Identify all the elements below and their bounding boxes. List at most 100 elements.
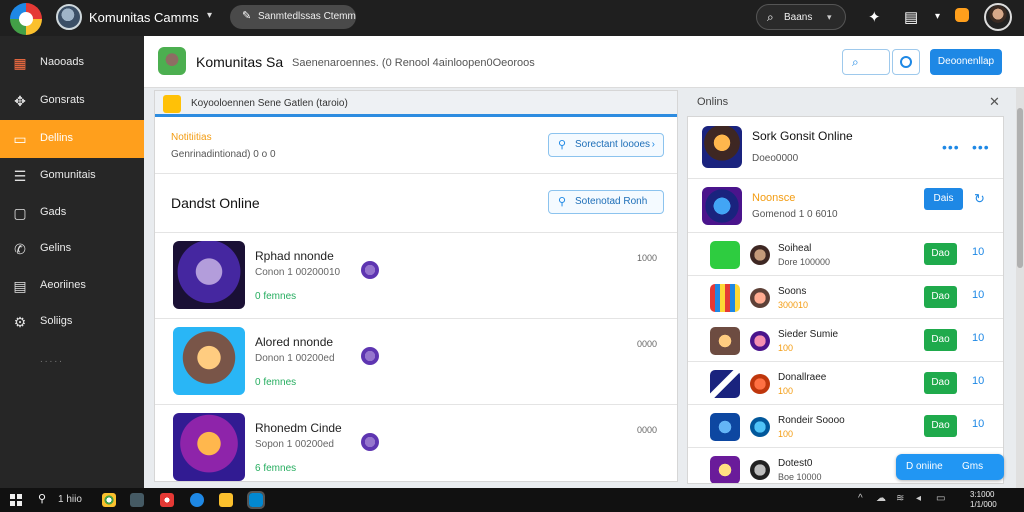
taskbar-search-label[interactable]: 1 hiio	[58, 494, 82, 505]
sidebar-item-label: Gads	[40, 206, 67, 218]
folder-icon[interactable]	[219, 493, 233, 507]
game-row[interactable]: Alored nnonde Donon 1 00200ed 0 femnes 0…	[155, 318, 677, 404]
panel-tab-label[interactable]: Koyooloennen Sene Gatlen (taroio)	[191, 98, 348, 109]
now-playing-row[interactable]: Noonsce Gomenod 1 0 6010 Dais ↻	[688, 179, 1003, 233]
circle-icon	[900, 56, 912, 68]
invite-icon[interactable]: 10	[972, 375, 984, 387]
status-pill[interactable]: ✎ Sanmtedlssas Ctemm	[230, 5, 356, 29]
friend-avatar	[750, 331, 770, 351]
clock[interactable]: 3:1000 1/1/000	[970, 490, 997, 510]
featured-game[interactable]: Sork Gonsit Online Doeo0000 ••• •••	[688, 117, 1003, 179]
sidebar-more[interactable]: .....	[40, 354, 64, 365]
friend-row[interactable]: Sieder Sumie 100 Dao 10	[688, 319, 1003, 362]
more-options-icon[interactable]: •••	[972, 139, 990, 155]
game-thumbnail[interactable]	[173, 413, 245, 481]
chat-icon: ▭	[13, 131, 27, 147]
notifications-button[interactable]: ⚲ Sorectant loooes ›	[548, 133, 664, 157]
game-count: 0000	[637, 339, 658, 349]
join-button[interactable]: Dao	[924, 286, 957, 308]
sidebar-item-calls[interactable]: ✆ Gelins	[0, 230, 144, 268]
sidebar-item-settings[interactable]: ⚙ Soliigs	[0, 303, 144, 341]
chevron-right-icon: ›	[651, 139, 655, 150]
sidebar-item-news[interactable]: ▦ Naooads	[0, 44, 144, 82]
community-avatar[interactable]	[56, 4, 82, 30]
cloud-icon[interactable]: ☁	[876, 493, 886, 504]
now-playing-thumbnail	[702, 187, 742, 225]
edge-icon[interactable]	[190, 493, 204, 507]
status-pill-label: Sanmtedlssas Ctemm	[258, 11, 356, 22]
right-panel-title: Onlins	[697, 96, 729, 108]
invite-icon[interactable]: 10	[972, 332, 984, 344]
join-button[interactable]: Dao	[924, 415, 957, 437]
grid-icon: ▦	[13, 55, 27, 71]
browser-icon[interactable]	[160, 493, 174, 507]
game-name[interactable]: Rphad nnonde	[255, 249, 334, 263]
search-icon[interactable]: ⚲	[38, 492, 46, 505]
game-name[interactable]: Rhonedm Cinde	[255, 421, 342, 435]
puzzle-icon[interactable]: ✦	[868, 8, 881, 26]
notification-badge[interactable]	[955, 8, 969, 22]
online-floating-button[interactable]: D oniine Gms	[896, 454, 1004, 480]
header-search-button[interactable]: ⌕	[842, 49, 890, 75]
title-chevron-down-icon[interactable]: ▾	[207, 10, 212, 21]
game-thumbnail[interactable]	[173, 327, 245, 395]
chrome-icon[interactable]	[102, 493, 116, 507]
top-bar: Komunitas Camms ▾ ✎ Sanmtedlssas Ctemm ⌕…	[0, 0, 1024, 36]
app-logo-icon[interactable]	[10, 3, 42, 35]
friend-row[interactable]: Soons 300010 Dao 10	[688, 276, 1003, 319]
friend-meta: Boe 10000	[778, 472, 822, 482]
sidebar-item-online[interactable]: ▭ Dellins	[0, 120, 144, 158]
menu-chevron-down-icon[interactable]: ▾	[935, 11, 940, 22]
friend-meta: Dore 100000	[778, 257, 831, 267]
active-app-icon[interactable]	[247, 491, 265, 509]
more-options-icon[interactable]: •••	[942, 139, 960, 155]
section-action-label: Sotenotad Ronh	[575, 196, 648, 207]
chevron-up-icon[interactable]: ^	[858, 493, 863, 504]
friend-row[interactable]: Soiheal Dore 100000 Dao 10	[688, 233, 1003, 276]
sidebar: ▦ Naooads ✥ Gonsrats ▭ Dellins ☰ Gomunit…	[0, 36, 144, 488]
sidebar-item-cards[interactable]: ▢ Gads	[0, 194, 144, 232]
join-button[interactable]: Dais	[924, 188, 963, 210]
invite-icon[interactable]: 10	[972, 289, 984, 301]
user-avatar[interactable]	[984, 3, 1012, 31]
header-filter-button[interactable]	[892, 49, 920, 75]
sidebar-item-communities[interactable]: ☰ Gomunitais	[0, 157, 144, 195]
game-name[interactable]: Alored nnonde	[255, 335, 333, 349]
volume-icon[interactable]: ◂	[916, 493, 921, 504]
invite-icon[interactable]: 10	[972, 246, 984, 258]
page-subtitle: Saenenaroennes. (0 Renool 4ainloopen0Oeo…	[292, 57, 535, 69]
friend-row[interactable]: Donallraee 100 Dao 10	[688, 362, 1003, 405]
game-thumbnail[interactable]	[173, 241, 245, 309]
gamepad-icon: ✥	[14, 93, 26, 109]
sidebar-item-activities[interactable]: ▤ Aeoriines	[0, 267, 144, 305]
game-row[interactable]: Rphad nnonde Conon 1 00200010 0 femnes 1…	[155, 232, 677, 318]
featured-thumbnail[interactable]	[702, 126, 742, 168]
start-icon[interactable]	[10, 494, 22, 506]
friend-row[interactable]: Rondeir Soooo 100 Dao 10	[688, 405, 1003, 448]
community-game-icon	[158, 47, 186, 75]
sidebar-item-games[interactable]: ✥ Gonsrats	[0, 82, 144, 120]
game-count: 1000	[637, 253, 658, 263]
scrollbar-thumb[interactable]	[1017, 108, 1023, 268]
game-row[interactable]: Rhonedm Cinde Sopon 1 00200ed 6 femnes 0…	[155, 404, 677, 490]
wifi-icon[interactable]: ≋	[896, 493, 904, 504]
sidebar-item-label: Gomunitais	[40, 169, 96, 181]
list-icon: ☰	[13, 168, 27, 184]
join-button[interactable]: Dao	[924, 372, 957, 394]
inbox-icon[interactable]: ▤	[904, 8, 918, 26]
scrollbar[interactable]	[1016, 88, 1024, 488]
header-action-button[interactable]: Deoonenllap	[930, 49, 1002, 75]
game-meta: Donon 1 00200ed	[255, 353, 335, 364]
section-action-button[interactable]: ⚲ Sotenotad Ronh	[548, 190, 664, 214]
top-search[interactable]: ⌕ Baans ▾	[756, 4, 846, 30]
store-icon[interactable]	[130, 493, 144, 507]
close-icon[interactable]: ✕	[989, 94, 1000, 110]
featured-meta: Doeo0000	[752, 153, 799, 164]
join-button[interactable]: Dao	[924, 243, 957, 265]
refresh-icon[interactable]: ↻	[974, 191, 985, 207]
friend-name: Soiheal	[778, 243, 812, 254]
join-button[interactable]: Dao	[924, 329, 957, 351]
online-button-label: D oniine	[906, 461, 943, 472]
invite-icon[interactable]: 10	[972, 418, 984, 430]
battery-icon[interactable]: ▭	[936, 493, 945, 504]
